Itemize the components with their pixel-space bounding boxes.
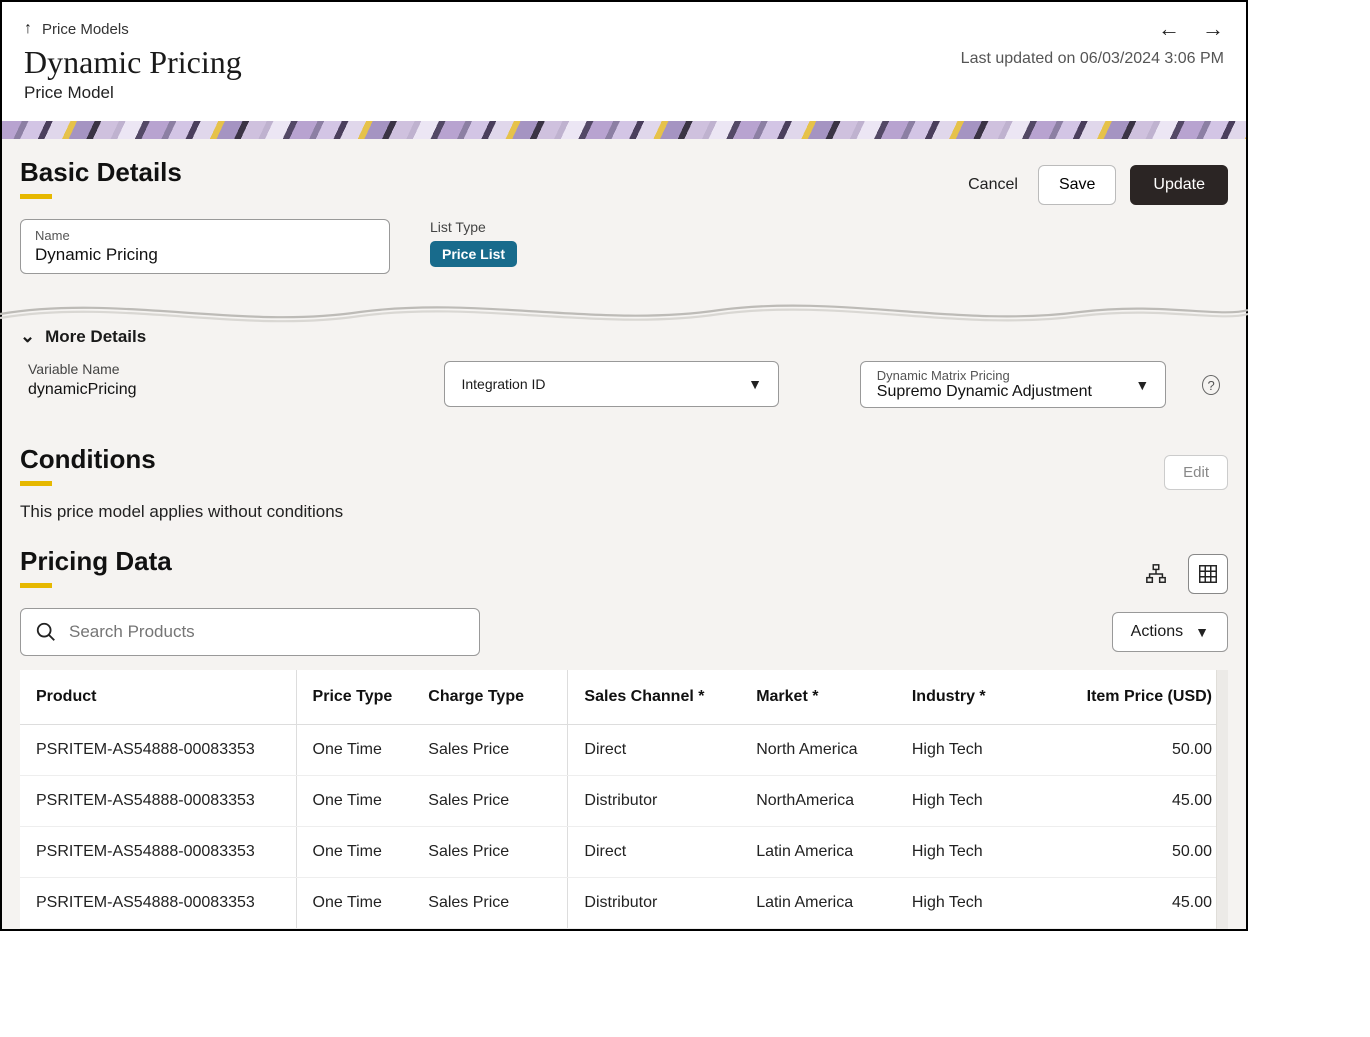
conditions-heading: Conditions [20,444,156,475]
basic-details-heading: Basic Details [20,157,182,188]
dynamic-matrix-select[interactable]: Dynamic Matrix Pricing Supremo Dynamic A… [860,361,1166,408]
cell-item-price: 50.00 [1052,827,1229,878]
heading-underline [20,481,52,486]
name-input[interactable] [35,245,375,265]
update-button[interactable]: Update [1130,165,1228,205]
name-label: Name [35,228,375,243]
table-row[interactable]: PSRITEM-AS54888-00083353One TimeSales Pr… [20,725,1228,776]
grid-view-button[interactable] [1188,554,1228,594]
cell-price-type: One Time [296,776,412,827]
cell-item-price: 45.00 [1052,878,1229,929]
nav-next-icon[interactable]: → [1202,16,1224,42]
dynamic-matrix-label: Dynamic Matrix Pricing [877,368,1092,383]
up-arrow-icon[interactable]: ↑ [24,20,32,38]
integration-id-select[interactable]: Integration ID ▼ [444,361,779,407]
cancel-button[interactable]: Cancel [962,168,1024,202]
heading-underline [20,583,52,588]
heading-underline [20,194,52,199]
col-item-price[interactable]: Item Price (USD) [1052,670,1229,725]
cell-sales-channel: Distributor [568,878,740,929]
col-industry[interactable]: Industry * [896,670,1052,725]
cell-product: PSRITEM-AS54888-00083353 [20,776,296,827]
dynamic-matrix-value: Supremo Dynamic Adjustment [877,383,1092,401]
section-separator [0,292,1248,332]
name-field[interactable]: Name [20,219,390,274]
cell-industry: High Tech [896,776,1052,827]
caret-down-icon: ▼ [1195,624,1209,640]
cell-product: PSRITEM-AS54888-00083353 [20,725,296,776]
caret-down-icon: ▼ [1135,377,1149,393]
cell-item-price: 45.00 [1052,776,1229,827]
caret-down-icon: ▼ [748,376,762,392]
page-subtitle: Price Model [24,83,242,103]
table-scrollbar[interactable] [1216,670,1228,929]
col-sales-channel[interactable]: Sales Channel * [568,670,740,725]
col-charge-type[interactable]: Charge Type [412,670,568,725]
edit-conditions-button[interactable]: Edit [1164,455,1228,490]
page-title: Dynamic Pricing [24,44,242,81]
cell-price-type: One Time [296,827,412,878]
actions-menu-button[interactable]: Actions ▼ [1112,612,1228,652]
cell-charge-type: Sales Price [412,776,568,827]
conditions-text: This price model applies without conditi… [20,502,1228,522]
cell-industry: High Tech [896,827,1052,878]
integration-id-placeholder: Integration ID [461,376,545,392]
hierarchy-icon [1145,563,1167,585]
pricing-table: Product Price Type Charge Type Sales Cha… [20,670,1228,929]
breadcrumb-parent[interactable]: Price Models [42,21,129,38]
cell-charge-type: Sales Price [412,878,568,929]
decorative-stripe [2,121,1246,139]
search-products-field[interactable] [20,608,480,656]
table-row[interactable]: PSRITEM-AS54888-00083353One TimeSales Pr… [20,827,1228,878]
search-icon [35,621,57,643]
cell-market: NorthAmerica [740,776,896,827]
pricing-data-heading: Pricing Data [20,546,172,577]
cell-product: PSRITEM-AS54888-00083353 [20,878,296,929]
cell-industry: High Tech [896,878,1052,929]
grid-icon [1197,563,1219,585]
table-row[interactable]: PSRITEM-AS54888-00083353One TimeSales Pr… [20,776,1228,827]
table-row[interactable]: PSRITEM-AS54888-00083353One TimeSales Pr… [20,878,1228,929]
hierarchy-view-button[interactable] [1136,554,1176,594]
cell-industry: High Tech [896,725,1052,776]
cell-charge-type: Sales Price [412,725,568,776]
save-button[interactable]: Save [1038,165,1116,205]
list-type-label: List Type [430,219,517,235]
actions-label: Actions [1131,623,1183,641]
variable-name-label: Variable Name [28,361,344,377]
search-products-input[interactable] [69,622,465,642]
cell-sales-channel: Distributor [568,776,740,827]
cell-market: Latin America [740,878,896,929]
cell-price-type: One Time [296,878,412,929]
col-market[interactable]: Market * [740,670,896,725]
variable-name-value: dynamicPricing [28,381,344,399]
col-price-type[interactable]: Price Type [296,670,412,725]
last-updated: Last updated on 06/03/2024 3:06 PM [961,50,1224,68]
cell-sales-channel: Direct [568,827,740,878]
list-type-chip: Price List [430,241,517,267]
col-product[interactable]: Product [20,670,296,725]
nav-prev-icon[interactable]: ← [1158,16,1180,42]
cell-market: Latin America [740,827,896,878]
cell-sales-channel: Direct [568,725,740,776]
help-icon[interactable]: ? [1202,375,1220,395]
cell-charge-type: Sales Price [412,827,568,878]
cell-item-price: 50.00 [1052,725,1229,776]
cell-product: PSRITEM-AS54888-00083353 [20,827,296,878]
cell-market: North America [740,725,896,776]
cell-price-type: One Time [296,725,412,776]
